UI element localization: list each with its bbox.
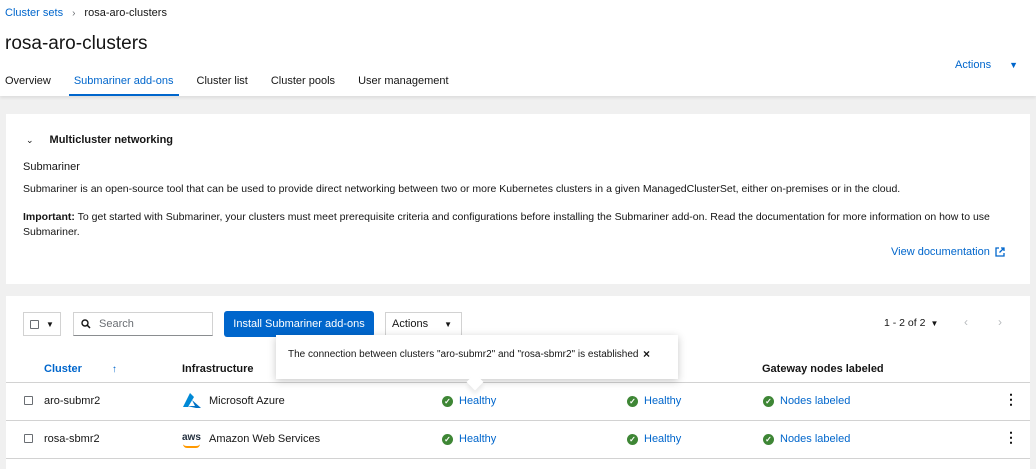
agent-status-label: Healthy — [644, 433, 682, 445]
chevron-down-icon: ⌄ — [26, 134, 34, 145]
azure-icon — [183, 393, 201, 408]
table-actions-label: Actions — [392, 318, 429, 330]
cluster-name: aro-submr2 — [44, 395, 101, 407]
cluster-name: rosa-sbmr2 — [44, 433, 100, 445]
tab-cluster-list[interactable]: Cluster list — [192, 74, 253, 96]
view-documentation-link[interactable]: View documentation — [891, 246, 1005, 258]
check-circle-icon: ✓ — [442, 433, 453, 445]
tab-cluster-pools[interactable]: Cluster pools — [266, 74, 340, 96]
gateway-nodes-status[interactable]: ✓ Nodes labeled — [763, 433, 850, 445]
tab-overview[interactable]: Overview — [0, 74, 56, 96]
table-row: rosa-sbmr2 aws Amazon Web Services ✓ Hea… — [6, 421, 1030, 459]
row-checkbox[interactable] — [24, 434, 33, 443]
chevron-right-icon: › — [72, 7, 76, 19]
connection-status-label: Healthy — [459, 395, 497, 407]
bulk-select-checkbox[interactable] — [30, 319, 39, 329]
multicluster-networking-toggle[interactable]: ⌄ Multicluster networking — [26, 134, 173, 146]
column-header-gateway-nodes[interactable]: Gateway nodes labeled — [762, 363, 884, 375]
connection-status[interactable]: ✓ Healthy — [442, 395, 496, 407]
sort-ascending-icon: ↑ — [111, 363, 117, 375]
install-submariner-add-ons-button[interactable]: Install Submariner add-ons — [224, 311, 374, 337]
agent-status[interactable]: ✓ Healthy — [627, 395, 681, 407]
header-actions-dropdown[interactable]: Actions ▼ — [955, 59, 1018, 71]
search-box — [73, 312, 213, 336]
gateway-nodes-label: Nodes labeled — [780, 395, 851, 407]
aws-smile-icon — [183, 444, 200, 448]
caret-down-icon: ▼ — [930, 318, 939, 328]
expand-label: Multicluster networking — [49, 134, 174, 146]
popover-text: The connection between clusters "aro-sub… — [288, 349, 639, 360]
agent-status[interactable]: ✓ Healthy — [627, 433, 681, 445]
connection-status-label: Healthy — [459, 433, 497, 445]
check-circle-icon: ✓ — [763, 433, 774, 445]
check-circle-icon: ✓ — [763, 395, 774, 407]
column-header-cluster-label: Cluster — [44, 363, 82, 375]
tab-bar: Overview Submariner add-ons Cluster list… — [0, 74, 467, 96]
view-documentation-label: View documentation — [891, 246, 990, 258]
important-text: To get started with Submariner, your clu… — [23, 211, 990, 238]
page-header: Cluster sets › rosa-aro-clusters rosa-ar… — [0, 0, 1036, 96]
search-input[interactable] — [99, 318, 199, 330]
column-header-infrastructure[interactable]: Infrastructure — [182, 363, 254, 375]
breadcrumb: Cluster sets › rosa-aro-clusters — [5, 7, 167, 19]
table-row: aro-submr2 Microsoft Azure ✓ Healthy ✓ H… — [6, 383, 1030, 421]
close-icon[interactable]: × — [643, 347, 650, 361]
breadcrumb-cluster-sets-link[interactable]: Cluster sets — [5, 7, 63, 19]
breadcrumb-current: rosa-aro-clusters — [84, 7, 167, 19]
check-circle-icon: ✓ — [627, 395, 638, 407]
external-link-icon — [995, 247, 1005, 257]
kebab-icon[interactable]: ⋮ — [1004, 430, 1018, 444]
row-checkbox[interactable] — [24, 396, 33, 405]
pagination-prev-icon[interactable]: ‹ — [964, 315, 968, 329]
aws-icon: aws — [182, 432, 201, 448]
header-actions-label: Actions — [955, 59, 992, 71]
submariner-subtitle: Submariner — [23, 161, 80, 173]
multicluster-networking-card: ⌄ Multicluster networking Submariner Sub… — [6, 114, 1030, 284]
gateway-nodes-status[interactable]: ✓ Nodes labeled — [763, 395, 850, 407]
infrastructure-label: Amazon Web Services — [209, 433, 321, 445]
check-circle-icon: ✓ — [442, 395, 453, 407]
connection-popover: The connection between clusters "aro-sub… — [276, 335, 678, 391]
submariner-table-card: ▼ Install Submariner add-ons Actions ▼ 1… — [6, 296, 1030, 469]
caret-down-icon: ▼ — [46, 319, 54, 329]
gateway-nodes-label: Nodes labeled — [780, 433, 851, 445]
submariner-description: Submariner is an open-source tool that c… — [23, 183, 901, 195]
pagination-dropdown[interactable]: 1 - 2 of 2 ▼ — [884, 317, 938, 329]
table-actions-dropdown[interactable]: Actions ▼ — [385, 312, 462, 336]
caret-down-icon: ▼ — [1009, 60, 1018, 70]
tab-user-management[interactable]: User management — [353, 74, 454, 96]
caret-down-icon: ▼ — [444, 319, 452, 329]
important-label: Important: — [23, 211, 75, 223]
check-circle-icon: ✓ — [627, 433, 638, 445]
important-note: Important: To get started with Submarine… — [23, 210, 1013, 240]
aws-logo-text: aws — [182, 432, 201, 443]
search-icon — [81, 319, 91, 329]
pagination-next-icon[interactable]: › — [998, 315, 1002, 329]
column-header-cluster[interactable]: Cluster ↑ — [44, 363, 117, 375]
infrastructure-label: Microsoft Azure — [209, 395, 285, 407]
agent-status-label: Healthy — [644, 395, 682, 407]
page-title: rosa-aro-clusters — [5, 33, 148, 54]
pagination-count: 1 - 2 of 2 — [884, 317, 926, 329]
tab-submariner-add-ons[interactable]: Submariner add-ons — [68, 74, 179, 96]
connection-status[interactable]: ✓ Healthy — [442, 433, 496, 445]
kebab-icon[interactable]: ⋮ — [1004, 392, 1018, 406]
bulk-select-dropdown[interactable]: ▼ — [23, 312, 61, 336]
